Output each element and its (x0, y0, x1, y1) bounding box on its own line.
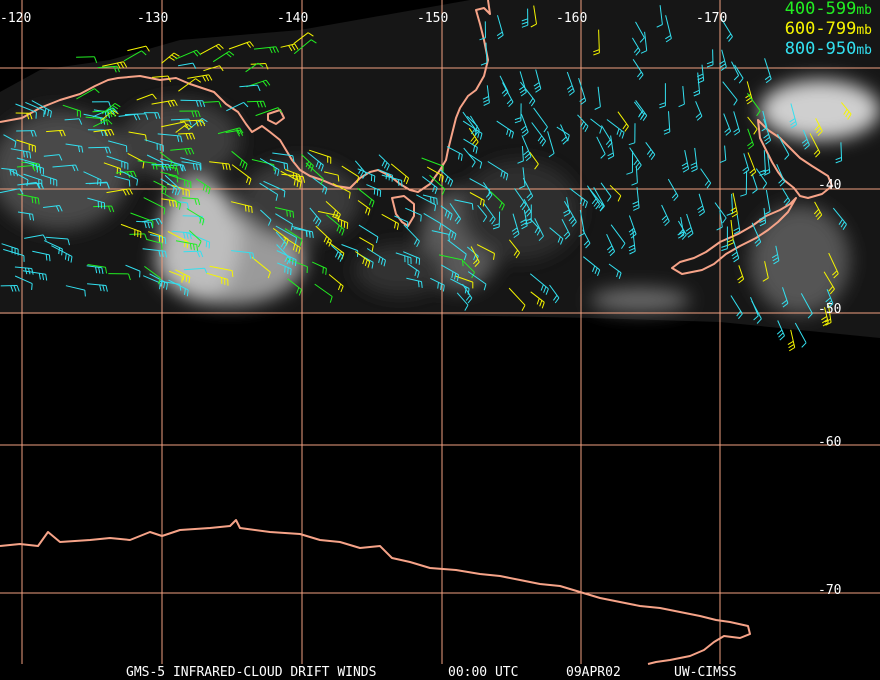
lat-label: -40 (818, 178, 841, 193)
lon-label: -160 (556, 11, 587, 26)
wind-barb-flag (289, 256, 291, 264)
wind-barb-flag (346, 222, 349, 230)
wind-barb-flag (415, 257, 418, 264)
wind-barb-flag (788, 343, 795, 349)
wind-barb (127, 45, 147, 52)
wind-barb-flag (292, 258, 294, 265)
wind-barb-flag (376, 189, 379, 196)
wind-barb-flag (244, 205, 247, 212)
wind-barb-flag (283, 190, 286, 198)
wind-barb-flag (462, 259, 464, 267)
lat-label: -70 (818, 583, 841, 598)
wind-barb-flag (433, 197, 435, 204)
footer-product: GMS-5 INFRARED-CLOUD DRIFT WINDS (126, 665, 377, 680)
wind-barb-flag (789, 347, 795, 352)
wind-barb-flag (286, 210, 288, 217)
wind-barb-flag (94, 56, 98, 63)
wind-barb-flag (286, 163, 289, 170)
wind-barb (76, 56, 95, 58)
wind-barb-flag (251, 206, 253, 213)
legend-unit: mb (856, 43, 872, 58)
wind-barb-flag (373, 188, 376, 195)
lon-label: -130 (137, 11, 168, 26)
legend-unit: mb (856, 23, 872, 38)
wind-barb-flag (289, 210, 291, 218)
wind-barb-flag (787, 340, 794, 346)
wind-barb-flag (248, 205, 250, 213)
legend-label: 600-799 (784, 19, 857, 39)
lat-label: -50 (818, 302, 841, 317)
wind-barb-flag (471, 203, 474, 210)
legend-entry-800-950: 800-950mb (785, 40, 872, 60)
wind-barb-flag (779, 335, 785, 341)
wind-barb-flag (164, 237, 167, 245)
wind-barb-flag (325, 268, 327, 275)
footer-source: UW-CIMSS (674, 665, 737, 680)
wind-barb-flag (45, 254, 48, 261)
lat-label: -60 (818, 435, 841, 450)
wind-barb-flag (159, 282, 161, 290)
lon-label: -150 (417, 11, 448, 26)
wind-barb-flag (284, 266, 286, 273)
wind-barb-flag (420, 215, 422, 222)
legend-label: 800-950 (784, 39, 857, 59)
wind-barb-flag (436, 198, 438, 205)
wind-barb-flag (48, 254, 51, 262)
wind-barb-flag (417, 280, 420, 288)
wind-barb-flag (273, 164, 275, 171)
legend-entry-600-799: 600-799mb (785, 20, 872, 40)
wind-barb-flag (294, 259, 297, 267)
wind-barb-flag (337, 175, 340, 182)
wind-barb-flag (205, 240, 208, 248)
lon-label: -140 (277, 11, 308, 26)
wind-barb-flag (778, 332, 784, 338)
wind-barb-flag (379, 190, 382, 197)
wind-barb-flag (406, 221, 409, 229)
lon-label: -170 (696, 11, 727, 26)
wind-barb-flag (31, 283, 33, 290)
wind-barb-flag (43, 110, 45, 117)
pressure-legend: 400-599mb 600-799mb 800-950mb (785, 0, 872, 60)
lon-label: -120 (0, 11, 31, 26)
wind-barb-flag (421, 281, 423, 288)
wind-barb-flag (292, 211, 295, 218)
wind-barb (129, 233, 145, 235)
wind-barb-flag (84, 290, 86, 297)
satellite-wind-map: -120 -130 -140 -150 -160 -170 -40 -50 -6… (0, 0, 880, 665)
wind-barb (180, 99, 203, 102)
wind-barb-flag (176, 176, 179, 183)
wind-barb-flag (373, 175, 376, 183)
antarctica-coastline (0, 519, 751, 665)
legend-unit: mb (856, 3, 872, 18)
wind-barb-flag (322, 267, 324, 274)
wind-barb-flag (776, 329, 783, 335)
footer-time: 00:00 UTC (448, 665, 519, 680)
wind-barb-flag (290, 268, 292, 276)
footer-date: 09APR02 (566, 665, 621, 680)
wind-barb-flag (96, 178, 99, 185)
wind-barb-flag (287, 267, 289, 274)
image-footer: GMS-5 INFRARED-CLOUD DRIFT WINDS 00:00 U… (0, 664, 880, 680)
wind-barb-flag (801, 342, 807, 348)
wind-barb-flag (283, 162, 286, 170)
legend-entry-400-599: 400-599mb (785, 0, 872, 20)
legend-label: 400-599 (784, 0, 857, 19)
wind-barb-flag (208, 242, 211, 249)
wind-barb (178, 132, 193, 135)
